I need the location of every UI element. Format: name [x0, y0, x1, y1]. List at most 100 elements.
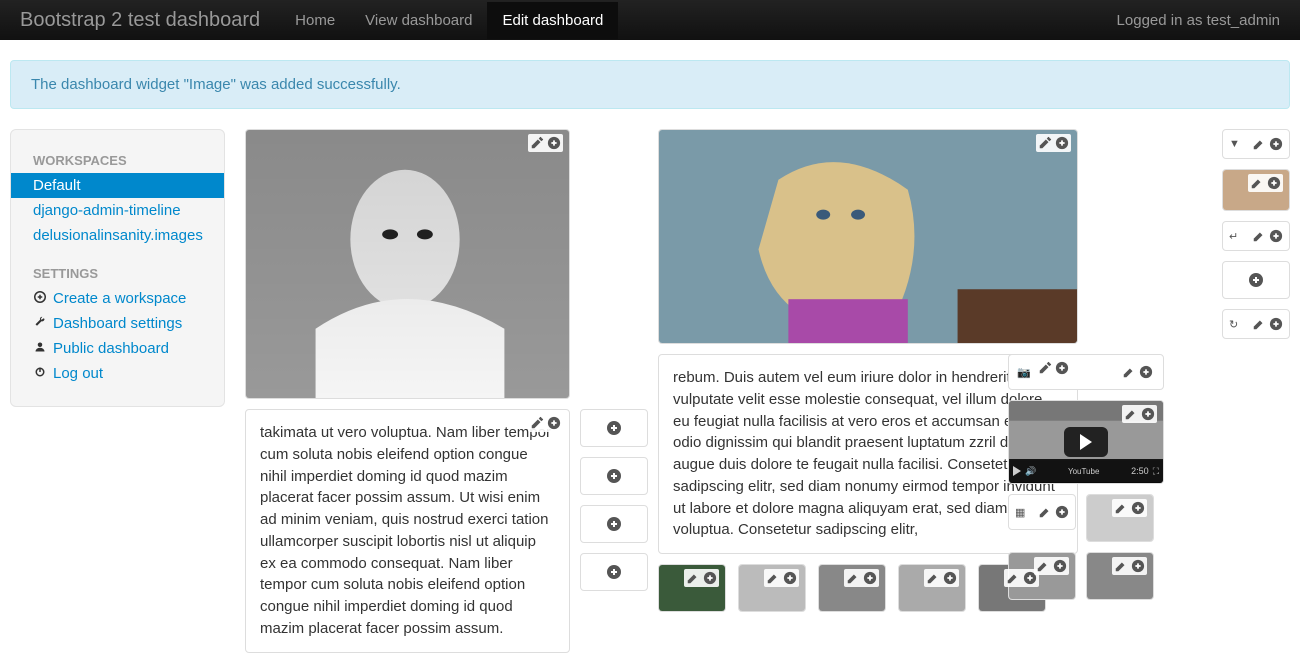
video-brand: YouTube [1040, 467, 1127, 476]
navbar-left: Bootstrap 2 test dashboard Home View das… [20, 2, 618, 39]
plus-circle-icon[interactable] [863, 571, 877, 585]
dashboard-settings-label: Dashboard settings [53, 315, 182, 332]
edit-icon[interactable] [1038, 136, 1052, 150]
image-widget-girl[interactable] [658, 129, 1078, 344]
fullscreen-icon[interactable]: ⛶ [1153, 466, 1159, 477]
edit-icon[interactable] [1252, 317, 1266, 331]
video-widget[interactable]: 🔊 YouTube 2:50 ⛶ [1008, 400, 1164, 484]
edit-icon[interactable] [530, 416, 544, 430]
edit-icon[interactable] [1252, 137, 1266, 151]
nav-home[interactable]: Home [280, 2, 350, 39]
add-widget-slot[interactable] [580, 553, 648, 591]
power-icon [33, 366, 47, 381]
return-icon: ↵ [1229, 230, 1238, 243]
image-widget-portrait-bw[interactable] [245, 129, 570, 399]
edit-icon[interactable] [1114, 559, 1128, 573]
refresh-icon: ↻ [1229, 318, 1238, 331]
thumb-widget[interactable] [898, 564, 966, 612]
plus-circle-icon[interactable] [1269, 137, 1283, 151]
thumb-widget[interactable] [818, 564, 886, 612]
dashboard-settings-link[interactable]: Dashboard settings [11, 311, 224, 336]
edit-icon[interactable] [1252, 229, 1266, 243]
refresh-widget[interactable]: ↻ [1222, 309, 1290, 339]
camera-widget[interactable]: 📷 [1008, 354, 1164, 390]
plus-circle-icon[interactable] [1055, 136, 1069, 150]
brand[interactable]: Bootstrap 2 test dashboard [20, 9, 280, 32]
logout-label: Log out [53, 365, 103, 382]
nav-edit-dashboard[interactable]: Edit dashboard [487, 2, 618, 39]
edit-icon[interactable] [1038, 505, 1052, 519]
play-icon[interactable] [1013, 466, 1021, 476]
sidebar: WORKSPACES Default django-admin-timeline… [10, 129, 225, 407]
add-widget-slot[interactable] [1222, 261, 1290, 299]
text-widget-a[interactable]: takimata ut vero voluptua. Nam liber tem… [245, 409, 570, 653]
user-icon [33, 341, 47, 356]
logout-link[interactable]: Log out [11, 361, 224, 386]
plus-circle-icon[interactable] [547, 136, 561, 150]
plus-circle-icon[interactable] [1139, 365, 1153, 379]
grid-icon: ▦ [1015, 506, 1025, 519]
plus-circle-icon[interactable] [1055, 361, 1069, 375]
plus-circle-icon [1248, 272, 1264, 288]
play-button[interactable] [1064, 427, 1108, 457]
edit-icon[interactable] [686, 571, 700, 585]
add-widget-slot[interactable] [580, 457, 648, 495]
thumb-widget[interactable] [1086, 552, 1154, 600]
nav-view-dashboard[interactable]: View dashboard [350, 2, 487, 39]
edit-icon[interactable] [926, 571, 940, 585]
plus-circle-icon[interactable] [1053, 559, 1067, 573]
plus-circle-icon[interactable] [1269, 317, 1283, 331]
video-time: 2:50 [1131, 466, 1149, 476]
plus-circle-icon[interactable] [1141, 407, 1155, 421]
video-controls[interactable]: 🔊 YouTube 2:50 ⛶ [1009, 459, 1163, 483]
edit-icon[interactable] [1114, 501, 1128, 515]
thumb-widget[interactable] [1222, 169, 1290, 211]
arrow-widget[interactable]: ↵ [1222, 221, 1290, 251]
edit-icon[interactable] [846, 571, 860, 585]
text-content: rebum. Duis autem vel eum iriure dolor i… [673, 369, 1055, 538]
plus-circle-icon[interactable] [943, 571, 957, 585]
edit-icon[interactable] [1038, 361, 1052, 375]
edit-icon[interactable] [530, 136, 544, 150]
camera-icon: 📷 [1017, 366, 1031, 379]
workspace-django-admin-timeline[interactable]: django-admin-timeline [11, 198, 224, 223]
text-content: takimata ut vero voluptua. Nam liber tem… [260, 424, 551, 637]
dashboard-content: takimata ut vero voluptua. Nam liber tem… [245, 129, 1290, 663]
plus-circle-icon[interactable] [1131, 501, 1145, 515]
edit-icon[interactable] [1036, 559, 1050, 573]
workspace-delusionalinsanity-images[interactable]: delusionalinsanity.images [11, 223, 224, 248]
add-widget-slot[interactable] [580, 505, 648, 543]
wrench-icon [33, 316, 47, 331]
add-widget-slot[interactable] [580, 409, 648, 447]
plus-circle-icon [606, 468, 622, 484]
dropdown-widget[interactable]: ▼ [1222, 129, 1290, 159]
plus-circle-icon[interactable] [1055, 505, 1069, 519]
edit-icon[interactable] [1250, 176, 1264, 190]
thumb-widget[interactable] [658, 564, 726, 612]
plus-circle-icon [606, 420, 622, 436]
plus-circle-icon[interactable] [783, 571, 797, 585]
volume-icon[interactable]: 🔊 [1025, 466, 1036, 477]
plus-circle-icon[interactable] [1267, 176, 1281, 190]
success-alert: The dashboard widget "Image" was added s… [10, 60, 1290, 109]
edit-icon[interactable] [766, 571, 780, 585]
public-dashboard-link[interactable]: Public dashboard [11, 336, 224, 361]
edit-icon[interactable] [1122, 365, 1136, 379]
plus-circle-icon[interactable] [1269, 229, 1283, 243]
workspace-default[interactable]: Default [11, 173, 224, 198]
workspaces-header: WORKSPACES [11, 150, 224, 173]
create-workspace-label: Create a workspace [53, 290, 186, 307]
plus-circle-icon[interactable] [1131, 559, 1145, 573]
thumb-widget[interactable] [738, 564, 806, 612]
mini-widget[interactable]: ▦ [1008, 494, 1076, 530]
plus-circle-icon [606, 564, 622, 580]
thumb-widget[interactable] [1086, 494, 1154, 542]
plus-circle-icon[interactable] [547, 416, 561, 430]
plus-circle-icon [606, 516, 622, 532]
edit-icon[interactable] [1124, 407, 1138, 421]
navbar: Bootstrap 2 test dashboard Home View das… [0, 0, 1300, 40]
edit-icon[interactable] [1006, 571, 1020, 585]
create-workspace-link[interactable]: Create a workspace [11, 286, 224, 311]
logged-in-text: Logged in as test_admin [1117, 12, 1280, 29]
plus-circle-icon[interactable] [703, 571, 717, 585]
